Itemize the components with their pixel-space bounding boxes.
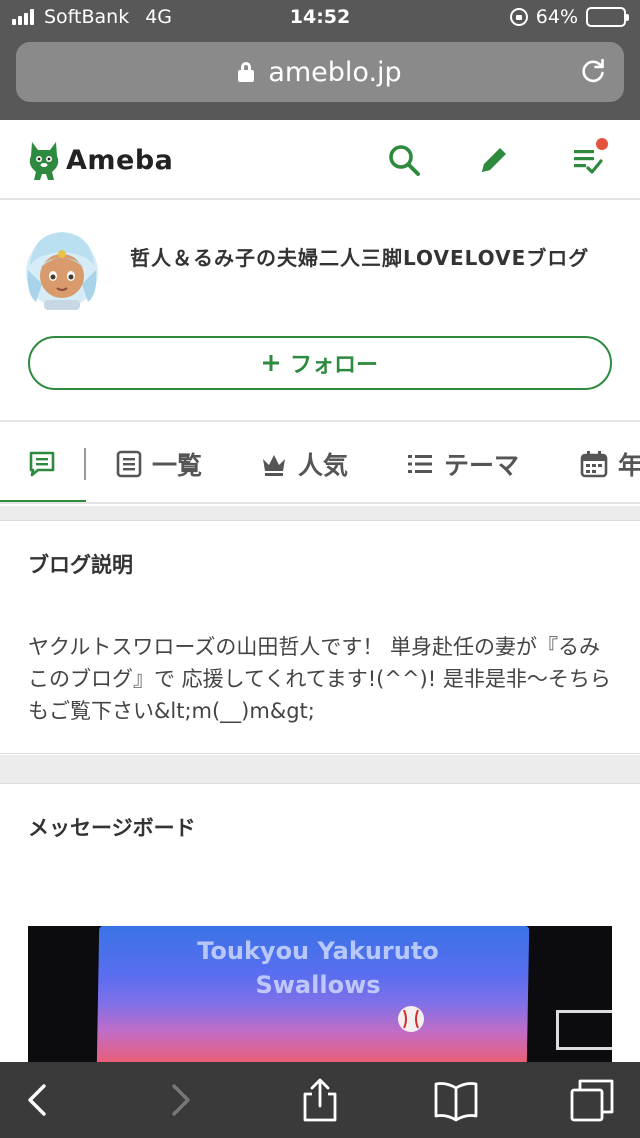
url-wrap: ameblo.jp xyxy=(16,42,624,102)
share-icon[interactable] xyxy=(296,1076,344,1124)
tab-blog-top[interactable] xyxy=(28,424,56,502)
blog-profile: 哲人＆るみ子の夫婦二人三脚LOVELOVEブログ フォロー xyxy=(0,202,640,422)
tab-popular-label: 人気 xyxy=(298,451,349,480)
tab-themes[interactable]: テーマ xyxy=(406,424,520,502)
status-right: 64% xyxy=(509,6,629,28)
baseball-icon xyxy=(398,1006,424,1032)
follow-button[interactable]: フォロー xyxy=(28,336,612,390)
browser-chrome: SoftBank 4G 14:52 64% ameblo.jp xyxy=(0,0,640,120)
tab-separator xyxy=(84,448,86,480)
rotation-lock-icon xyxy=(509,8,528,26)
blog-tabs: 一覧 人気 テーマ 年 xyxy=(0,424,640,504)
calendar-icon xyxy=(580,451,608,478)
active-tab-indicator xyxy=(0,500,86,502)
battery-icon xyxy=(586,7,629,27)
lock-icon xyxy=(238,62,255,82)
reload-icon[interactable] xyxy=(580,58,606,84)
back-icon[interactable] xyxy=(14,1076,62,1124)
list-icon xyxy=(116,450,142,478)
bookmarks-icon[interactable] xyxy=(432,1076,480,1124)
message-board-title: メッセージボード xyxy=(28,816,196,840)
blog-description-section: ブログ説明 ヤクルトスワローズの山田哲人です！ 単身赴任の妻が『るみこのブログ』… xyxy=(0,520,640,754)
browser-toolbar xyxy=(0,1062,640,1138)
crown-icon xyxy=(263,455,285,476)
message-board-image[interactable]: Toukyou Yakuruto Swallows xyxy=(28,926,612,1066)
chat-icon xyxy=(29,451,55,477)
pencil-icon[interactable] xyxy=(476,142,512,178)
battery-percent: 64% xyxy=(535,6,578,28)
tab-archive-label: 年 xyxy=(618,446,640,482)
url-bar[interactable]: ameblo.jp xyxy=(16,42,624,102)
section-divider-2 xyxy=(0,755,640,783)
reading-list-button[interactable] xyxy=(570,138,608,178)
section-divider xyxy=(0,506,640,520)
plus-icon xyxy=(262,355,279,371)
search-icon[interactable] xyxy=(386,142,422,178)
follow-label: フォロー xyxy=(289,353,378,378)
tab-list-label: 一覧 xyxy=(152,451,203,480)
tab-themes-label: テーマ xyxy=(444,451,520,480)
tab-archive[interactable]: 年 xyxy=(580,424,640,502)
site-header: Ameba xyxy=(0,120,640,200)
notification-dot xyxy=(596,138,608,150)
status-bar: SoftBank 4G 14:52 64% xyxy=(0,0,640,36)
screen-frame xyxy=(556,1010,612,1050)
tabs-icon[interactable] xyxy=(568,1076,616,1124)
ameba-logo[interactable]: Ameba xyxy=(26,138,173,182)
blog-description-title: ブログ説明 xyxy=(28,553,133,577)
ameba-mascot-icon xyxy=(29,142,59,180)
tab-popular[interactable]: 人気 xyxy=(260,424,349,502)
url-text: ameblo.jp xyxy=(268,56,402,88)
tab-list[interactable]: 一覧 xyxy=(116,424,203,502)
blog-title[interactable]: 哲人＆るみ子の夫婦二人三脚LOVELOVEブログ xyxy=(130,246,620,270)
bullets-icon xyxy=(408,455,432,473)
board-image-text: Toukyou Yakuruto Swallows xyxy=(197,937,439,999)
logo-text: Ameba xyxy=(66,144,174,176)
blog-description-text: ヤクルトスワローズの山田哲人です！ 単身赴任の妻が『るみこのブログ』で 応援して… xyxy=(28,635,611,723)
forward-icon[interactable] xyxy=(156,1076,204,1124)
avatar[interactable] xyxy=(22,224,102,310)
